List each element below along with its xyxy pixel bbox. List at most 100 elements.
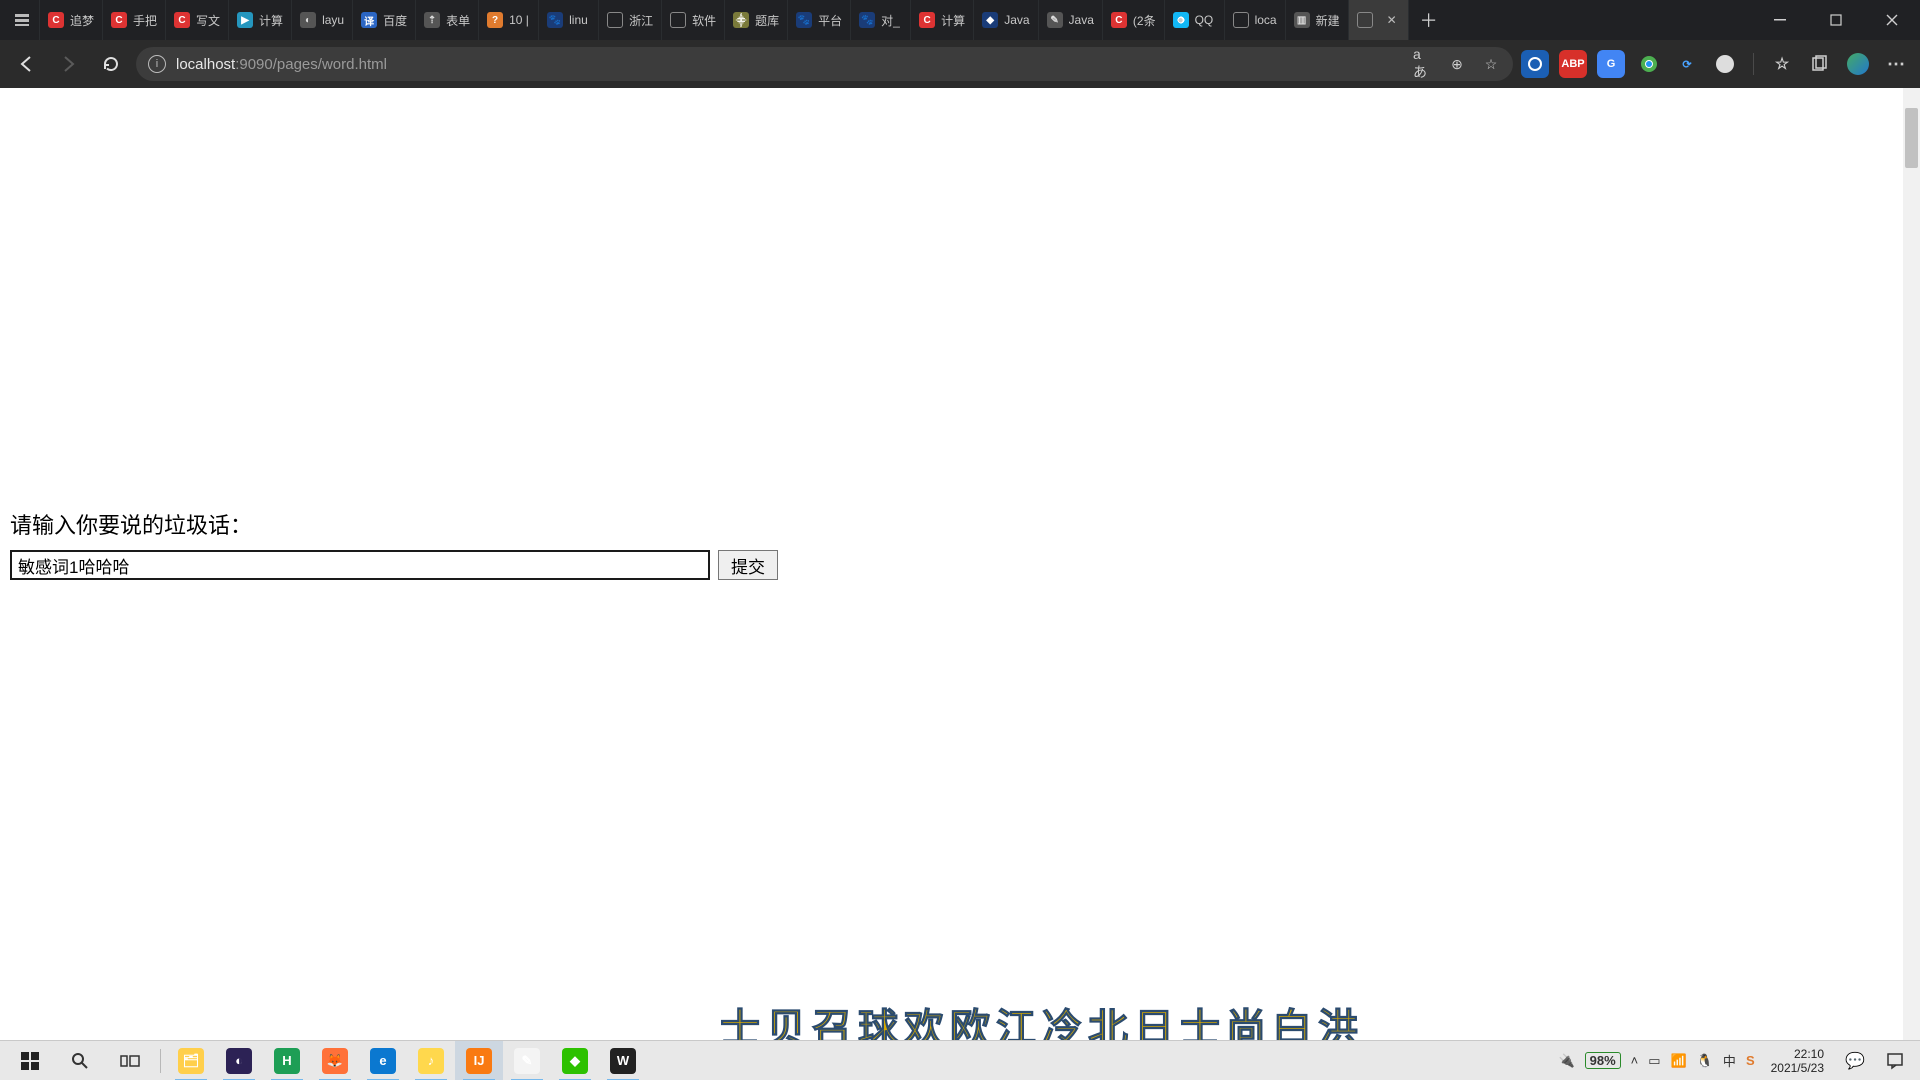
tray-sogou-icon[interactable]: S <box>1746 1053 1755 1068</box>
favorite-icon[interactable]: ☆ <box>1481 54 1501 74</box>
more-button[interactable]: ⋯ <box>1882 50 1910 78</box>
back-button[interactable] <box>10 47 44 81</box>
tray-wifi-icon[interactable]: 📶 <box>1671 1053 1687 1069</box>
tab-close-icon[interactable]: ✕ <box>1385 13 1399 27</box>
taskbar-app-eclipse[interactable]: ◐ <box>215 1041 263 1080</box>
ext-tampermonkey[interactable] <box>1521 50 1549 78</box>
intellij-icon: IJ <box>466 1048 492 1074</box>
tab-17[interactable]: C(2条 <box>1103 0 1165 40</box>
favicon: C <box>111 12 127 28</box>
taskbar-app-notes[interactable]: ✎ <box>503 1041 551 1080</box>
tray-ime-icon[interactable]: 中 <box>1723 1051 1736 1070</box>
ext-avatar-small[interactable] <box>1711 50 1739 78</box>
favicon: C <box>919 12 935 28</box>
favorites-button[interactable]: ☆ <box>1768 50 1796 78</box>
collections-button[interactable] <box>1806 50 1834 78</box>
tray-battery-icon[interactable]: ▭ <box>1648 1053 1660 1069</box>
vertical-tabs-button[interactable] <box>4 0 40 40</box>
zoom-icon[interactable]: ⊕ <box>1447 54 1467 74</box>
scrollbar-thumb[interactable] <box>1905 108 1918 168</box>
taskbar-app-intellij[interactable]: IJ <box>455 1041 503 1080</box>
tab-title: 追梦 <box>70 12 94 29</box>
tray-comment-icon[interactable]: 💬 <box>1840 1041 1870 1080</box>
ext-google-translate[interactable]: G <box>1597 50 1625 78</box>
ext-sync[interactable]: ⟳ <box>1673 50 1701 78</box>
ext-adblock[interactable]: ABP <box>1559 50 1587 78</box>
ext-chrome[interactable] <box>1635 50 1663 78</box>
tab-4[interactable]: ◐layu <box>292 0 353 40</box>
reload-button[interactable] <box>94 47 128 81</box>
vertical-scrollbar[interactable] <box>1903 88 1920 1040</box>
tab-7[interactable]: ?10 | <box>479 0 539 40</box>
tab-12[interactable]: 🐾平台 <box>788 0 851 40</box>
translate-char-icon[interactable]: aあ <box>1413 54 1433 74</box>
chrome-icon <box>1640 55 1658 73</box>
tab-11[interactable]: ⸎题库 <box>725 0 788 40</box>
tab-title: 手把 <box>133 12 157 29</box>
toolbar-row: i localhost:9090/pages/word.html aあ ⊕ ☆ … <box>0 40 1920 88</box>
start-button[interactable] <box>6 1041 54 1080</box>
profile-button[interactable] <box>1844 50 1872 78</box>
taskbar-app-wps[interactable]: W <box>599 1041 647 1080</box>
taskbar-app-file-explorer[interactable]: 🗂 <box>167 1041 215 1080</box>
tab-20[interactable]: ▥新建 <box>1286 0 1349 40</box>
tab-title: 写文 <box>196 12 220 29</box>
forward-button[interactable] <box>52 47 86 81</box>
favicon <box>1233 12 1249 28</box>
taskbar-app-wechat[interactable]: ◆ <box>551 1041 599 1080</box>
word-input[interactable] <box>10 550 710 580</box>
tab-21[interactable]: ✕ <box>1349 0 1409 40</box>
page-body: 请输入你要说的垃圾话： 提交 <box>10 508 778 580</box>
tab-2[interactable]: C写文 <box>166 0 229 40</box>
task-view-icon <box>120 1053 140 1069</box>
task-view-button[interactable] <box>106 1041 154 1080</box>
submit-button[interactable]: 提交 <box>718 550 778 580</box>
tab-0[interactable]: C追梦 <box>40 0 103 40</box>
tab-title: 计算 <box>259 12 283 29</box>
tab-10[interactable]: 软件 <box>662 0 725 40</box>
maximize-button[interactable] <box>1808 0 1864 40</box>
tab-6[interactable]: ⇡表单 <box>416 0 479 40</box>
tab-16[interactable]: ✎Java <box>1039 0 1103 40</box>
tab-9[interactable]: 浙江 <box>599 0 662 40</box>
close-icon <box>1886 14 1898 26</box>
tab-title: (2条 <box>1133 12 1156 29</box>
tab-3[interactable]: ▶计算 <box>229 0 292 40</box>
tray-power-icon[interactable]: 🔌 <box>1558 1053 1574 1069</box>
clock-date: 2021/5/23 <box>1771 1061 1824 1075</box>
tab-14[interactable]: C 计算 <box>911 0 974 40</box>
circle-icon <box>1716 55 1734 73</box>
tab-1[interactable]: C 手把 <box>103 0 166 40</box>
new-tab-button[interactable]: ＋ <box>1409 0 1449 40</box>
tab-18[interactable]: ●QQ <box>1165 0 1225 40</box>
search-button[interactable] <box>56 1041 104 1080</box>
site-info-icon[interactable]: i <box>148 55 166 73</box>
favicon: ⇡ <box>424 12 440 28</box>
minimize-button[interactable] <box>1752 0 1808 40</box>
tab-13[interactable]: 🐾对_ <box>851 0 911 40</box>
notifications-button[interactable] <box>1880 1041 1910 1080</box>
tab-8[interactable]: 🐾linu <box>539 0 599 40</box>
tab-15[interactable]: ◆Java <box>974 0 1038 40</box>
taskbar-clock[interactable]: 22:10 2021/5/23 <box>1765 1047 1830 1075</box>
address-bar[interactable]: i localhost:9090/pages/word.html aあ ⊕ ☆ <box>136 47 1513 81</box>
window-close-button[interactable] <box>1864 0 1920 40</box>
taskbar-app-edge[interactable]: e <box>359 1041 407 1080</box>
music-icon: ♪ <box>418 1048 444 1074</box>
tabs-icon <box>14 12 30 28</box>
extensions-row: ABP G ⟳ ☆ ⋯ <box>1521 50 1910 78</box>
favicon: ◆ <box>982 12 998 28</box>
minimize-icon <box>1774 14 1786 26</box>
tab-5[interactable]: 译百度 <box>353 0 416 40</box>
tray-chevron-up-icon[interactable]: ˄ <box>1631 1053 1639 1068</box>
favicon: 🐾 <box>547 12 563 28</box>
favicon: ? <box>487 12 503 28</box>
tab-19[interactable]: loca <box>1225 0 1286 40</box>
battery-indicator[interactable]: 98% <box>1585 1052 1621 1069</box>
taskbar-app-hbuilder[interactable]: H <box>263 1041 311 1080</box>
taskbar-right: 🔌 98% ˄ ▭ 📶 🐧 中 S 22:10 2021/5/23 💬 <box>1558 1041 1914 1080</box>
taskbar-app-music[interactable]: ♪ <box>407 1041 455 1080</box>
taskbar-app-firefox[interactable]: 🦊 <box>311 1041 359 1080</box>
tray-qq-icon[interactable]: 🐧 <box>1697 1053 1713 1069</box>
tab-title: 计算 <box>941 12 965 29</box>
